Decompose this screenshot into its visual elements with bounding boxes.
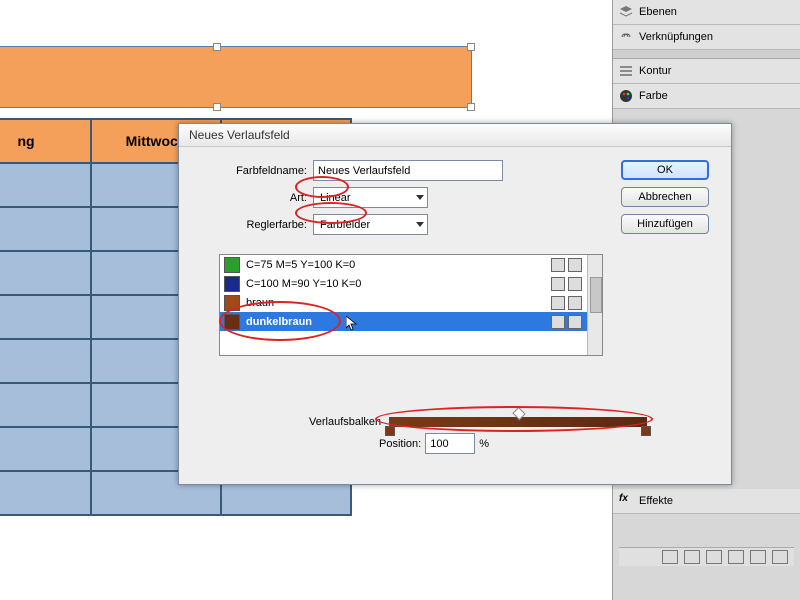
swatch-row[interactable]: braun [220, 293, 602, 312]
swatch-name-input[interactable] [313, 160, 503, 181]
add-button[interactable]: Hinzufügen [621, 214, 709, 234]
panel-label: Verknüpfungen [639, 31, 713, 43]
chevron-down-icon [416, 222, 424, 227]
panel-footer [619, 547, 794, 566]
midpoint-handle[interactable] [512, 407, 525, 420]
mouse-cursor [346, 316, 358, 332]
footer-icon[interactable] [706, 550, 722, 564]
type-dropdown[interactable]: Linear [313, 187, 428, 208]
gradient-ramp-label: Verlaufsbalken [309, 416, 381, 428]
stop-color-value: Farbfelder [320, 219, 370, 231]
swatch-row[interactable]: C=100 M=90 Y=10 K=0 [220, 274, 602, 293]
swatch-label: braun [246, 297, 274, 309]
stop-color-label: Reglerfarbe: [197, 219, 307, 231]
footer-icon[interactable] [684, 550, 700, 564]
swatch-color-icon [224, 257, 240, 273]
footer-icon[interactable] [728, 550, 744, 564]
trash-icon[interactable] [772, 550, 788, 564]
scrollbar[interactable] [587, 255, 602, 355]
swatch-color-icon [224, 276, 240, 292]
stop-color-dropdown[interactable]: Farbfelder [313, 214, 428, 235]
link-icon [619, 30, 633, 44]
type-value: Linear [320, 192, 351, 204]
new-gradient-swatch-dialog: Neues Verlaufsfeld Farbfeldname: Art: Li… [178, 123, 732, 485]
panel-ebenen[interactable]: Ebenen [613, 0, 800, 25]
panel-label: Farbe [639, 90, 668, 102]
swatch-label: C=100 M=90 Y=10 K=0 [246, 278, 361, 290]
panel-links[interactable]: Verknüpfungen [613, 25, 800, 50]
stroke-icon [619, 64, 633, 78]
gradient-stop-right[interactable] [641, 426, 651, 436]
swatch-label: dunkelbraun [246, 316, 312, 328]
footer-icon[interactable] [750, 550, 766, 564]
percent-label: % [479, 438, 489, 450]
dialog-title: Neues Verlaufsfeld [179, 124, 731, 147]
swatch-row-selected[interactable]: dunkelbraun [220, 312, 602, 331]
gradient-ramp[interactable] [389, 417, 647, 427]
layers-icon [619, 5, 633, 19]
ok-button[interactable]: OK [621, 160, 709, 180]
swatch-color-icon [224, 314, 240, 330]
panel-label: Ebenen [639, 6, 677, 18]
swatch-list[interactable]: C=75 M=5 Y=100 K=0 C=100 M=90 Y=10 K=0 b… [219, 254, 603, 356]
position-input[interactable] [425, 433, 475, 454]
swatch-name-label: Farbfeldname: [197, 165, 307, 177]
panel-farbe[interactable]: Farbe [613, 84, 800, 109]
col-header: ng [0, 119, 91, 163]
chevron-down-icon [416, 195, 424, 200]
cancel-button[interactable]: Abbrechen [621, 187, 709, 207]
swatch-row[interactable]: C=75 M=5 Y=100 K=0 [220, 255, 602, 274]
type-label: Art: [197, 192, 307, 204]
panel-label: Kontur [639, 65, 671, 77]
fx-icon: fx [619, 493, 633, 507]
palette-icon [619, 89, 633, 103]
panel-effekte[interactable]: fx Effekte [613, 489, 800, 514]
scrollbar-thumb[interactable] [590, 277, 602, 313]
footer-icon[interactable] [662, 550, 678, 564]
swatch-color-icon [224, 295, 240, 311]
position-label: Position: [379, 438, 421, 450]
swatch-label: C=75 M=5 Y=100 K=0 [246, 259, 355, 271]
panel-label: Effekte [639, 495, 673, 507]
panel-kontur[interactable]: Kontur [613, 59, 800, 84]
